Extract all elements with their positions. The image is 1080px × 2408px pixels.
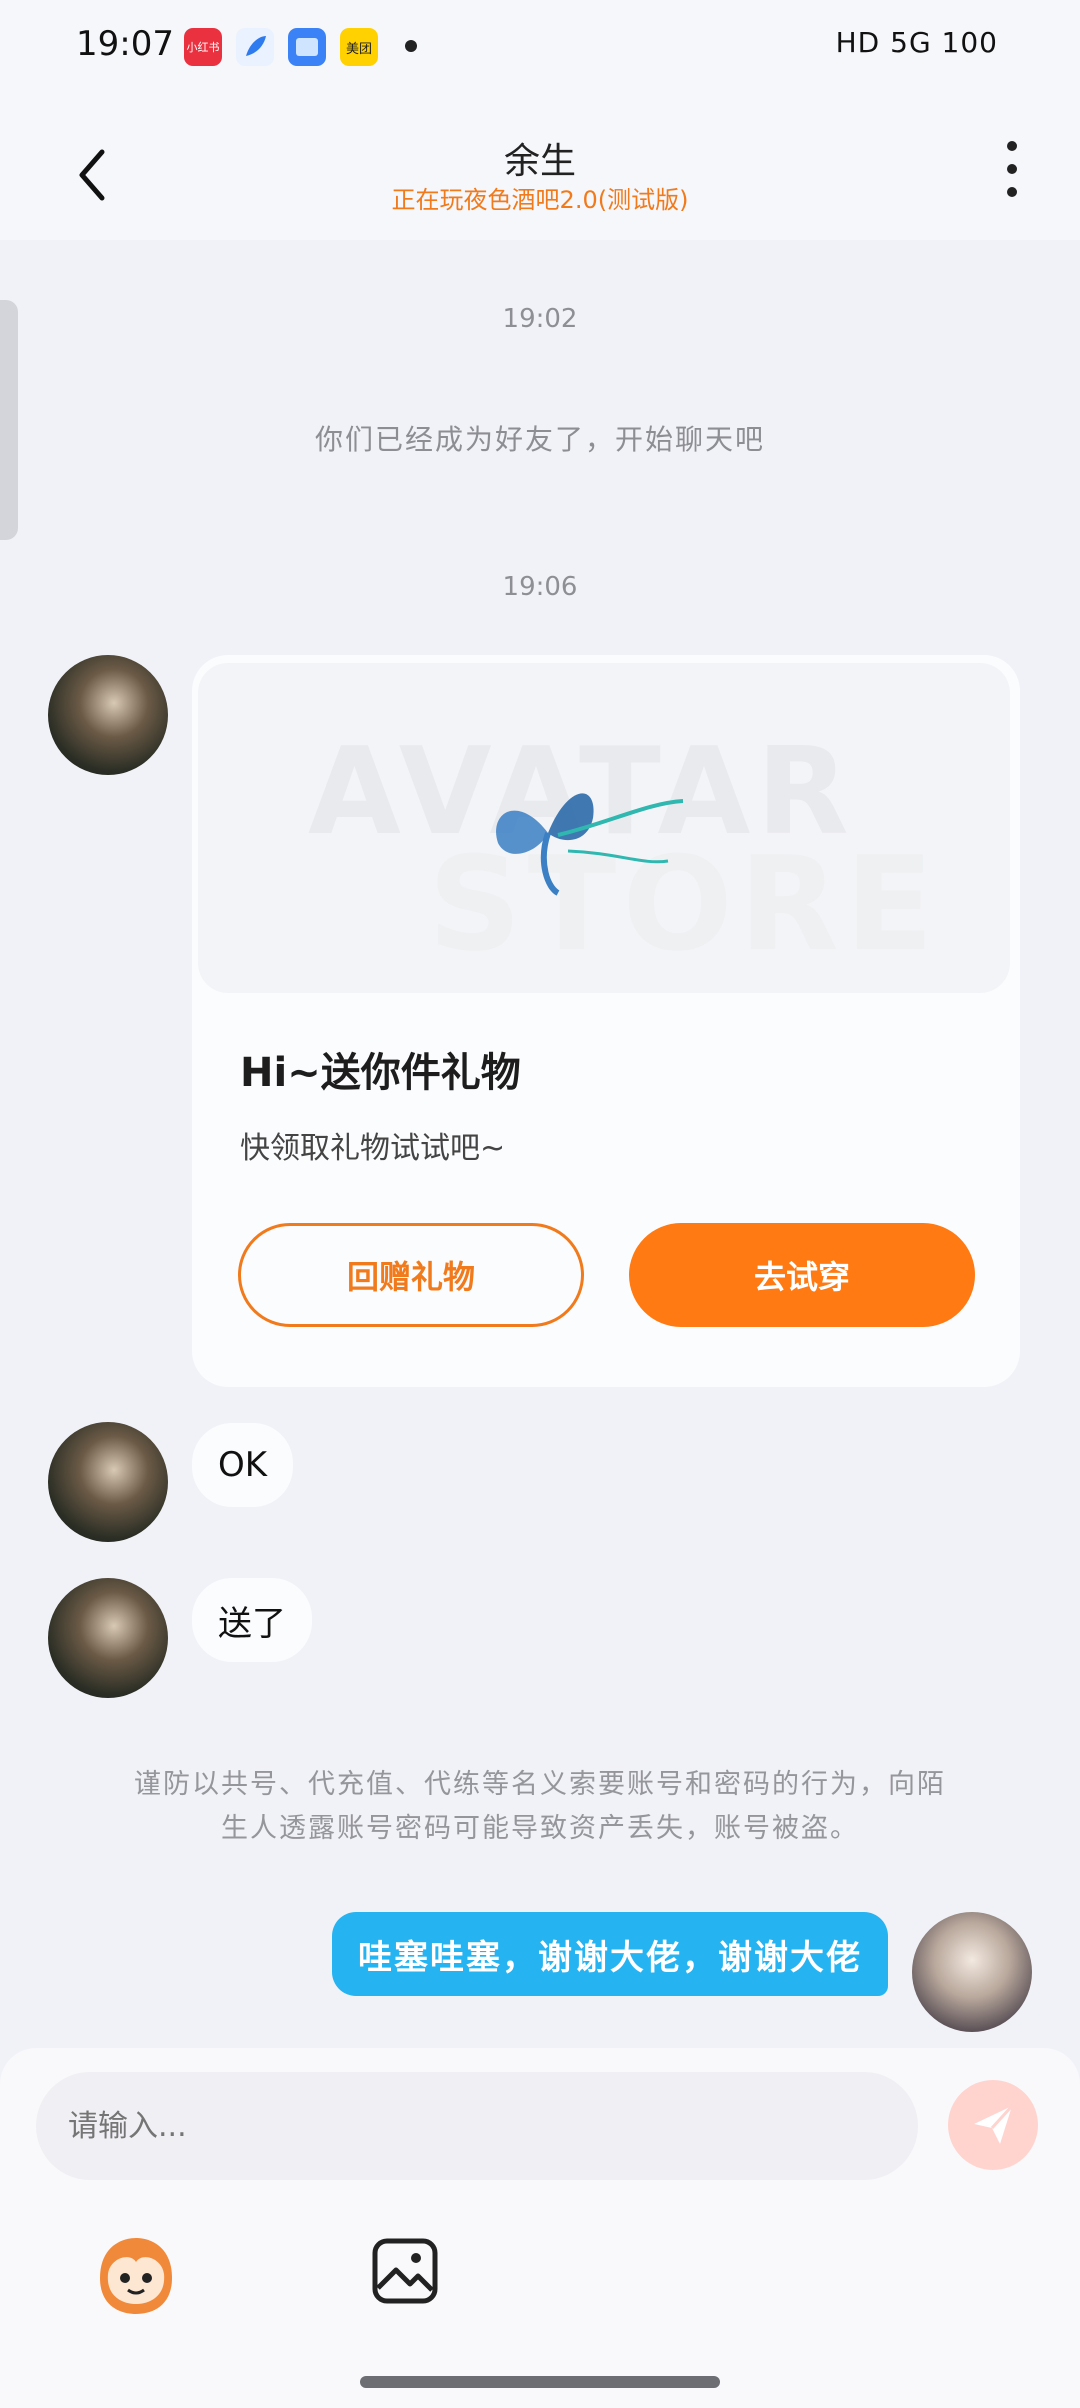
mascot-emoji-button[interactable] bbox=[90, 2228, 182, 2320]
return-gift-button[interactable]: 回赠礼物 bbox=[238, 1223, 584, 1327]
xiaohongshu-app-icon: 小红书 bbox=[184, 28, 222, 66]
gift-card[interactable]: AVATAR STORE Hi~送你件礼物 快领取礼物试试吧~ 回赠礼物 去试穿 bbox=[192, 655, 1020, 1387]
meituan-app-icon: 美团 bbox=[340, 28, 378, 66]
send-icon bbox=[974, 2104, 1014, 2144]
feather-app-icon bbox=[236, 28, 274, 66]
friend-avatar[interactable] bbox=[48, 655, 168, 775]
send-button[interactable] bbox=[948, 2080, 1038, 2170]
try-on-button[interactable]: 去试穿 bbox=[629, 1223, 975, 1327]
chat-header: 余生 正在玩夜色酒吧2.0(测试版) bbox=[0, 96, 1080, 240]
message-input[interactable] bbox=[36, 2072, 918, 2180]
friend-avatar[interactable] bbox=[48, 1422, 168, 1542]
message-bubble[interactable]: OK bbox=[192, 1423, 294, 1507]
friend-avatar[interactable] bbox=[48, 1578, 168, 1698]
security-warning-line: 谨防以共号、代充值、代练等名义索要账号和密码的行为，向陌 bbox=[134, 1769, 946, 1800]
security-warning-line: 生人透露账号密码可能导致资产丢失，账号被盗。 bbox=[221, 1813, 859, 1844]
mascot-icon bbox=[100, 2238, 172, 2314]
message-bubble[interactable]: 送了 bbox=[192, 1578, 312, 1662]
contact-name: 余生 bbox=[503, 141, 576, 182]
image-picker-button[interactable] bbox=[370, 2236, 440, 2306]
notification-dot bbox=[405, 40, 417, 52]
my-avatar[interactable] bbox=[912, 1912, 1032, 2032]
timestamp: 19:06 bbox=[502, 572, 578, 602]
more-options-button[interactable] bbox=[990, 134, 1034, 204]
gift-subtitle: 快领取礼物试试吧~ bbox=[240, 1131, 506, 1166]
status-time: 19:07 bbox=[76, 24, 174, 64]
status-bar: 19:07 小红书 美团 HD 5G 100 bbox=[0, 0, 1080, 96]
input-area bbox=[0, 2048, 1080, 2408]
image-icon bbox=[372, 2238, 438, 2304]
home-indicator[interactable] bbox=[360, 2376, 720, 2388]
butterfly-gift-icon bbox=[496, 793, 684, 896]
my-message-bubble[interactable]: 哇塞哇塞，谢谢大佬，谢谢大佬 bbox=[332, 1912, 888, 1996]
contact-status: 正在玩夜色酒吧2.0(测试版) bbox=[391, 186, 689, 214]
status-icons: HD 5G 100 bbox=[835, 26, 998, 59]
system-message: 你们已经成为好友了，开始聊天吧 bbox=[314, 423, 765, 456]
gift-banner: AVATAR STORE bbox=[198, 663, 1010, 993]
gift-title: Hi~送你件礼物 bbox=[240, 1050, 521, 1096]
timestamp: 19:02 bbox=[502, 304, 578, 334]
files-app-icon bbox=[288, 28, 326, 66]
more-vertical-icon bbox=[1007, 141, 1017, 197]
